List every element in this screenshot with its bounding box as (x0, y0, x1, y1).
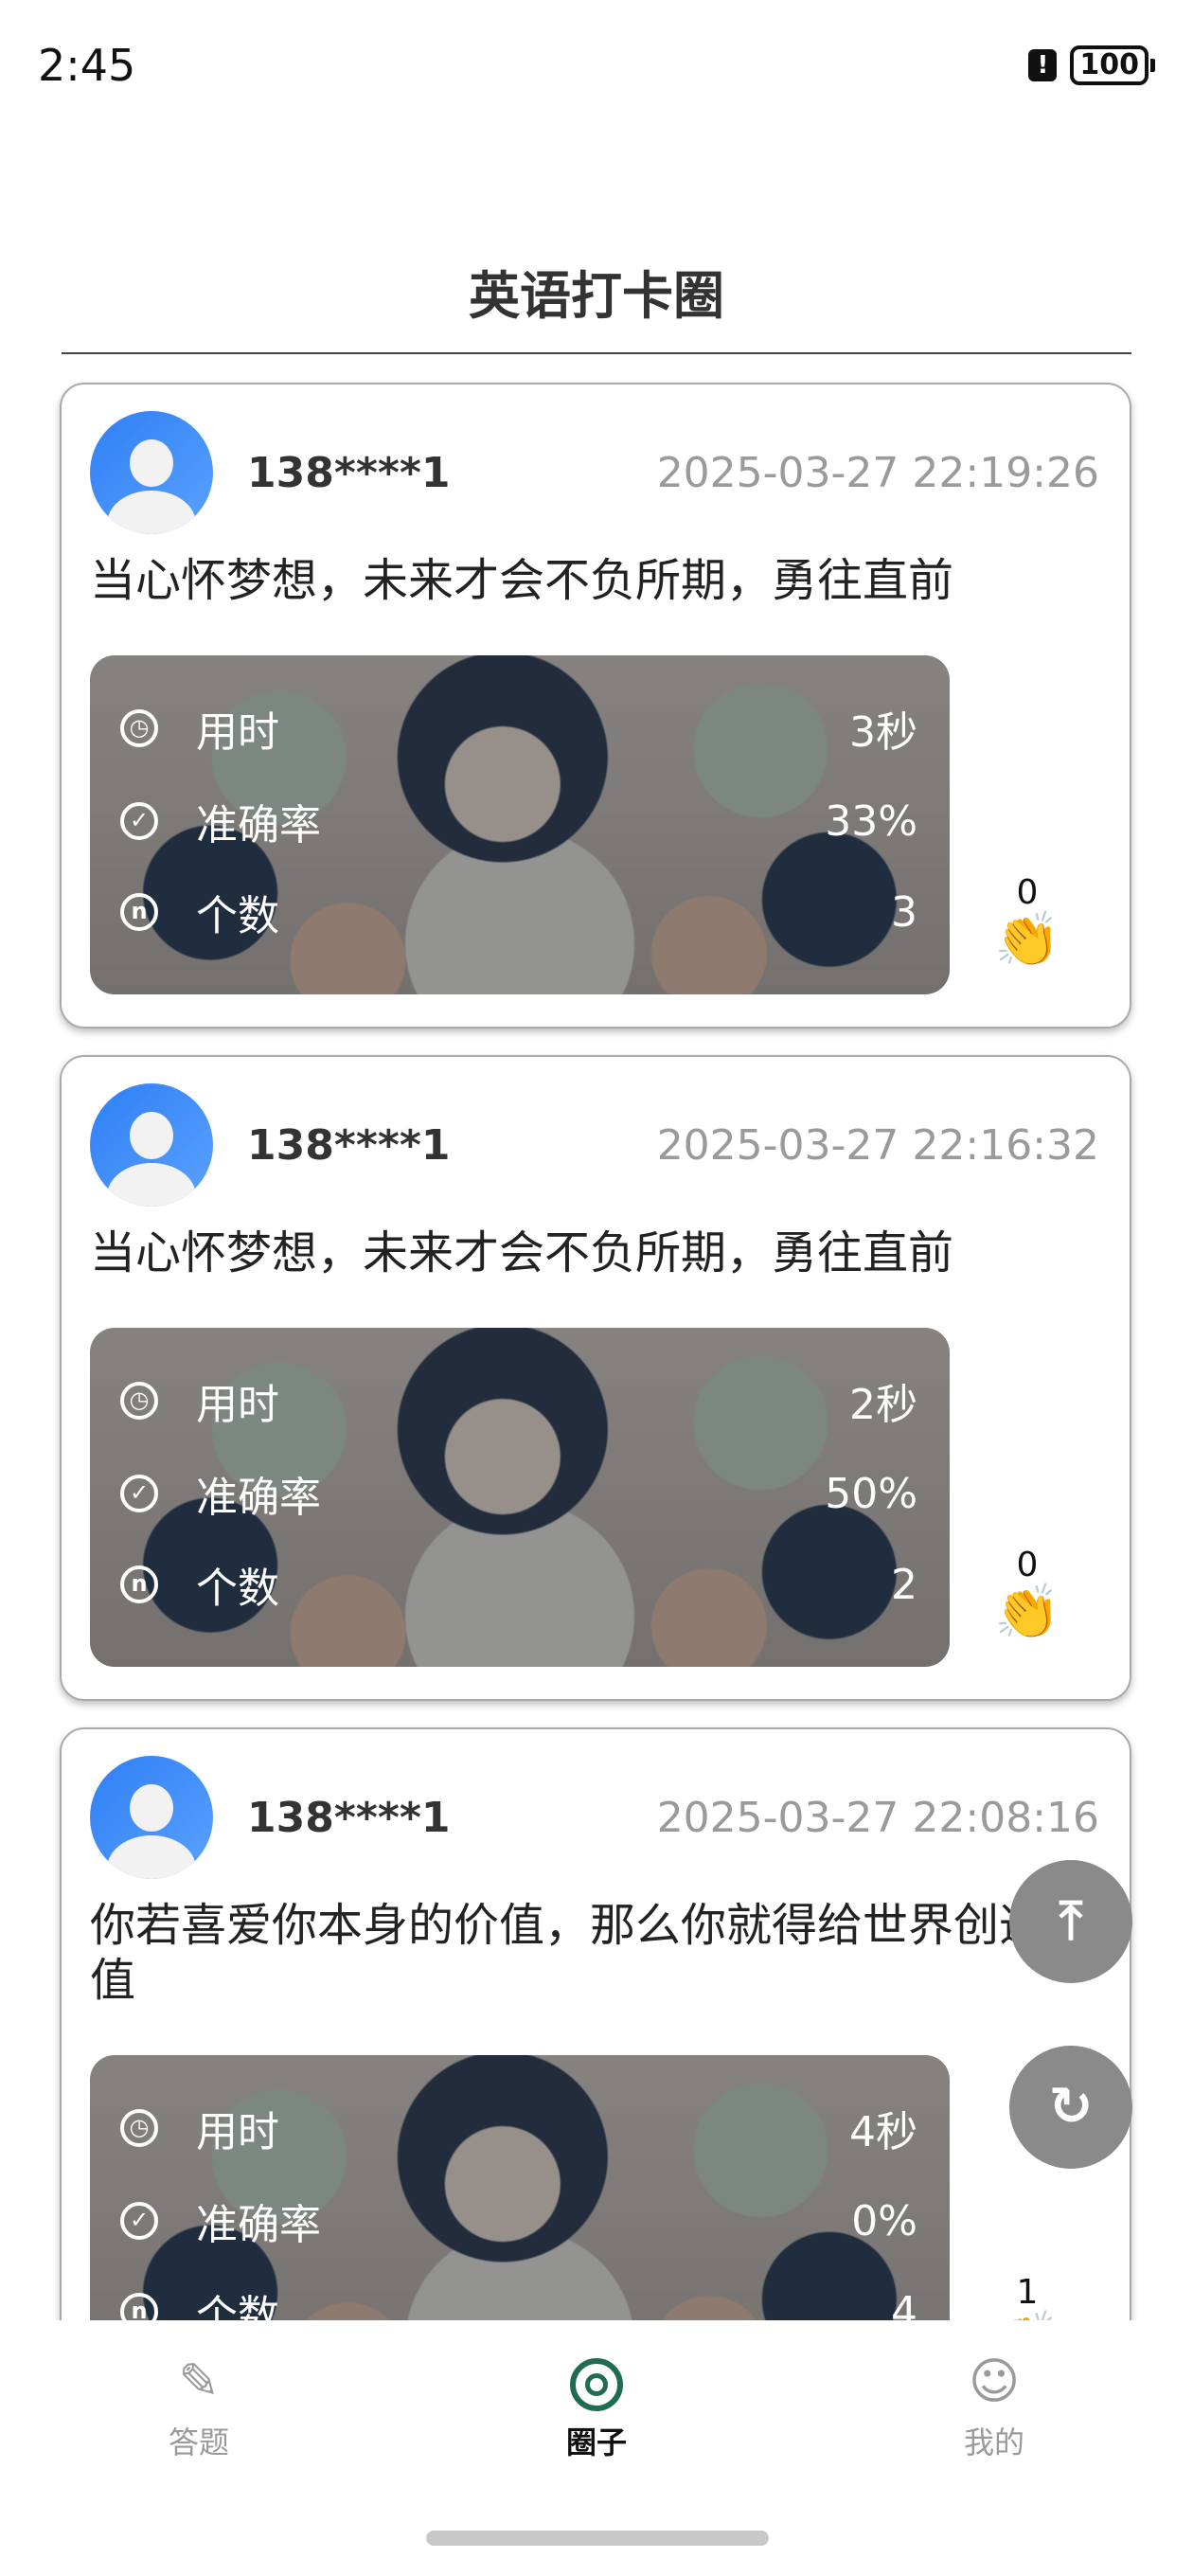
username: 138****1 (247, 1121, 451, 1170)
stat-duration: ◷ 用时 2秒 (90, 1368, 950, 1434)
post-text: 当心怀梦想，未来才会不负所期，勇往直前 (90, 554, 954, 607)
stat-label: 准确率 (196, 1474, 321, 1522)
clock-icon: ◷ (120, 2109, 158, 2147)
stat-duration: ◷ 用时 3秒 (90, 695, 950, 761)
avatar[interactable] (90, 411, 213, 534)
battery-icon: 100 (1070, 45, 1155, 85)
username: 138****1 (247, 1794, 451, 1842)
stat-label: 用时 (196, 2108, 279, 2156)
scroll-to-top-icon: ⤒ (1059, 1890, 1083, 1952)
avatar[interactable] (90, 1083, 213, 1207)
stat-value: 3 (891, 887, 917, 937)
stat-label: 用时 (196, 708, 279, 757)
stat-accuracy: ✓ 准确率 33% (90, 788, 950, 854)
nav-item-circle[interactable]: 圈子 (502, 2349, 691, 2462)
stat-label: 准确率 (196, 2201, 321, 2249)
avatar[interactable] (90, 1756, 213, 1879)
post-card[interactable]: 138****1 2025-03-27 22:16:32 当心怀梦想，未来才会不… (60, 1055, 1131, 1701)
clap-button[interactable]: 1 👏 (994, 2273, 1060, 2320)
scroll-to-top-button[interactable]: ⤒ (1009, 1860, 1132, 1983)
stats-panel: ◷ 用时 2秒 ✓ 准确率 50% n 个数 2 (90, 1328, 950, 1667)
stat-label: 个数 (196, 2292, 279, 2320)
stat-value: 3秒 (849, 708, 917, 757)
battery-level: 100 (1070, 45, 1148, 85)
stat-label: 个数 (196, 892, 279, 940)
clock-icon: ◷ (120, 1382, 158, 1420)
refresh-button[interactable]: ↻ (1009, 2046, 1132, 2169)
status-bar: 2:45 ! 100 (0, 0, 1193, 133)
post-time: 2025-03-27 22:19:26 (656, 449, 1099, 497)
stat-value: 4秒 (849, 2108, 917, 2156)
post-feed[interactable]: 138****1 2025-03-27 22:19:26 当心怀梦想，未来才会不… (0, 379, 1193, 2320)
clap-icon[interactable]: 👏 (994, 912, 1060, 969)
stat-duration: ◷ 用时 4秒 (90, 2095, 950, 2161)
clap-button[interactable]: 0 👏 (994, 873, 1060, 969)
post-text: 你若喜爱你本身的价值，那么你就得给世界创造价值 (90, 1899, 1091, 2007)
post-card[interactable]: 138****1 2025-03-27 22:19:26 当心怀梦想，未来才会不… (60, 383, 1131, 1029)
post-text: 当心怀梦想，未来才会不负所期，勇往直前 (90, 1226, 954, 1279)
stat-value: 50% (825, 1469, 917, 1518)
page-title: 英语打卡圈 (469, 266, 724, 326)
stat-label: 个数 (196, 1565, 279, 1613)
pencil-icon: ✎ (178, 2353, 220, 2410)
clap-count: 1 (1016, 2273, 1039, 2312)
circle-icon (570, 2358, 623, 2411)
status-icons: ! 100 (1028, 45, 1155, 85)
count-icon: n (120, 2293, 158, 2320)
stat-value: 2 (891, 1560, 917, 1609)
stat-value: 33% (825, 796, 917, 846)
stats-panel: ◷ 用时 4秒 ✓ 准确率 0% n 个数 4 (90, 2055, 950, 2320)
post-time: 2025-03-27 22:16:32 (656, 1121, 1099, 1170)
nav-label: 圈子 (565, 2424, 627, 2460)
clap-icon[interactable]: 👏 (994, 1584, 1060, 1641)
check-circle-icon: ✓ (120, 2202, 158, 2240)
count-icon: n (120, 893, 158, 931)
clap-count: 0 (1016, 1546, 1039, 1584)
clap-button[interactable]: 0 👏 (994, 1546, 1060, 1641)
nav-item-mine[interactable]: ☺ 我的 (899, 2349, 1089, 2462)
status-time: 2:45 (38, 40, 136, 91)
refresh-icon: ↻ (1048, 2076, 1094, 2138)
stat-value: 0% (851, 2196, 917, 2245)
title-divider (62, 352, 1131, 354)
stat-label: 用时 (196, 1381, 279, 1429)
profile-icon: ☺ (968, 2353, 1021, 2410)
clap-icon[interactable]: 👏 (994, 2312, 1060, 2321)
stat-count: n 个数 4 (90, 2279, 950, 2320)
count-icon: n (120, 1565, 158, 1603)
nav-label: 答题 (168, 2424, 229, 2460)
bottom-nav: ✎ 答题 圈子 ☺ 我的 (0, 2320, 1193, 2462)
nav-label: 我的 (963, 2424, 1024, 2460)
stat-accuracy: ✓ 准确率 50% (90, 1460, 950, 1527)
post-time: 2025-03-27 22:08:16 (656, 1794, 1099, 1842)
username: 138****1 (247, 449, 451, 497)
stat-count: n 个数 3 (90, 879, 950, 945)
stat-count: n 个数 2 (90, 1551, 950, 1618)
stats-panel: ◷ 用时 3秒 ✓ 准确率 33% n 个数 3 (90, 655, 950, 994)
clock-icon: ◷ (120, 709, 158, 747)
alert-icon: ! (1028, 49, 1058, 81)
stat-label: 准确率 (196, 801, 321, 850)
home-indicator[interactable] (426, 2531, 769, 2546)
stat-value: 2秒 (849, 1381, 917, 1429)
stat-value: 4 (891, 2287, 917, 2321)
check-circle-icon: ✓ (120, 802, 158, 840)
nav-item-answer[interactable]: ✎ 答题 (104, 2349, 294, 2462)
post-card[interactable]: 138****1 2025-03-27 22:08:16 你若喜爱你本身的价值，… (60, 1727, 1131, 2320)
check-circle-icon: ✓ (120, 1475, 158, 1512)
stat-accuracy: ✓ 准确率 0% (90, 2188, 950, 2254)
clap-count: 0 (1016, 873, 1039, 912)
